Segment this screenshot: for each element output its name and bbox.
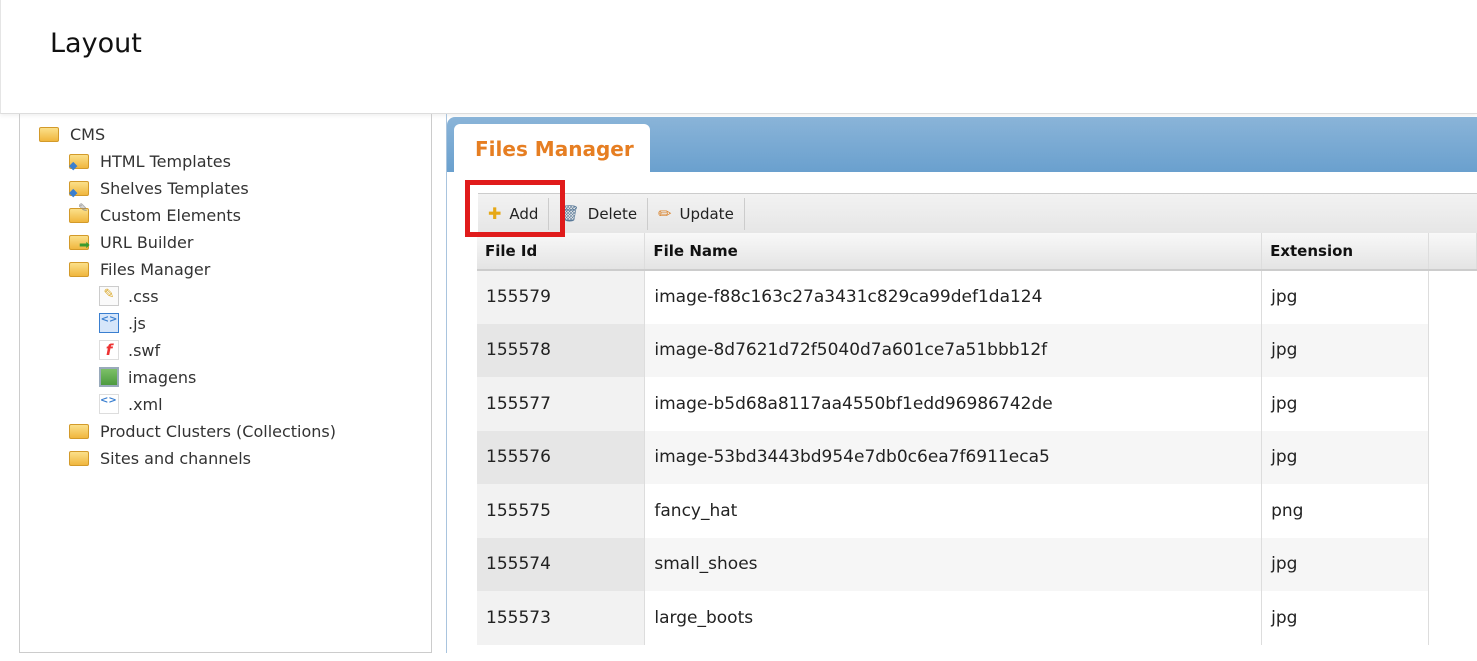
empty-cell	[1428, 323, 1477, 377]
empty-cell	[1428, 537, 1477, 591]
empty-cell	[1428, 377, 1477, 431]
tree-label: Custom Elements	[100, 205, 241, 225]
tree-label: Shelves Templates	[100, 178, 249, 198]
table-row[interactable]: 155577 image-b5d68a8117aa4550bf1edd969867…	[477, 377, 1477, 431]
file-name-cell: image-b5d68a8117aa4550bf1edd96986742de	[644, 377, 1263, 431]
flash-file-icon: f	[99, 340, 119, 360]
tree-label: imagens	[128, 367, 197, 387]
folder-tools-icon: ✎	[69, 201, 91, 225]
tree-item-css[interactable]: ✎ .css	[99, 285, 159, 307]
tree-label: CMS	[70, 124, 106, 144]
tab-files-manager[interactable]: Files Manager	[454, 124, 650, 173]
folder-arrow-icon: ➡	[69, 232, 91, 253]
file-name-cell: small_shoes	[644, 537, 1263, 591]
tree-label: .css	[128, 286, 159, 306]
folder-icon	[69, 448, 91, 468]
tree-label: HTML Templates	[100, 151, 231, 171]
tree-item-cms[interactable]: CMS	[39, 123, 105, 145]
tree-label: Product Clusters (Collections)	[100, 421, 337, 441]
table-row[interactable]: 155576 image-53bd3443bd954e7db0c6ea7f6911…	[477, 430, 1477, 484]
extension-cell: jpg	[1261, 537, 1429, 591]
folder-open-icon	[69, 259, 91, 279]
tree-label: .swf	[128, 340, 161, 360]
file-name-cell: image-53bd3443bd954e7db0c6ea7f6911eca5	[644, 430, 1263, 484]
tree-item-sites-channels[interactable]: Sites and channels	[69, 447, 251, 469]
file-name-cell: image-f88c163c27a3431c829ca99def1da124	[644, 270, 1263, 324]
extension-cell: jpg	[1261, 270, 1429, 324]
column-header-file-id[interactable]: File Id	[477, 233, 646, 271]
folder-open-icon	[39, 124, 61, 144]
empty-cell	[1428, 270, 1477, 324]
file-id-cell: 155576	[477, 430, 646, 484]
extension-cell: png	[1261, 484, 1429, 538]
table-row[interactable]: 155573 large_boots jpg	[477, 591, 1477, 645]
file-id-cell: 155575	[477, 484, 646, 538]
tree-label: URL Builder	[100, 232, 194, 252]
extension-cell: jpg	[1261, 323, 1429, 377]
tree-item-url-builder[interactable]: ➡ URL Builder	[69, 231, 193, 253]
highlight-box	[465, 180, 565, 237]
tree-label: Files Manager	[100, 259, 211, 279]
delete-label: Delete	[587, 204, 638, 223]
column-header-extension[interactable]: Extension	[1261, 233, 1429, 271]
file-name-cell: large_boots	[644, 591, 1263, 645]
empty-cell	[1428, 430, 1477, 484]
file-id-cell: 155578	[477, 323, 646, 377]
column-header-file-name[interactable]: File Name	[644, 233, 1263, 271]
extension-cell: jpg	[1261, 591, 1429, 645]
table-row[interactable]: 155579 image-f88c163c27a3431c829ca99def1d…	[477, 270, 1477, 324]
tab-bar: Files Manager	[447, 117, 1477, 173]
js-file-icon: <>	[99, 313, 119, 333]
tree-label: .js	[128, 313, 146, 333]
extension-cell: jpg	[1261, 377, 1429, 431]
folder-code-icon: ◆	[69, 178, 91, 199]
page-header: Layout	[0, 0, 1477, 114]
tree-label: Sites and channels	[100, 448, 251, 468]
sidebar-tree: CMS ◆ HTML Templates ◆ Shelves Templates ✎…	[19, 114, 432, 653]
tree-item-swf[interactable]: f .swf	[99, 339, 160, 361]
tree-item-html-templates[interactable]: ◆ HTML Templates	[69, 150, 231, 172]
tree-item-custom-elements[interactable]: ✎ Custom Elements	[69, 201, 241, 226]
xml-file-icon: <>	[99, 394, 119, 414]
pencil-icon: ✏	[658, 204, 672, 223]
tree-label: .xml	[128, 394, 163, 414]
file-name-cell: fancy_hat	[644, 484, 1263, 538]
toolbar: ✚ Add 🗑 Delete ✏ Update	[478, 193, 1477, 233]
folder-code-icon: ◆	[69, 151, 91, 172]
tree-item-shelves-templates[interactable]: ◆ Shelves Templates	[69, 177, 249, 199]
file-id-cell: 155579	[477, 270, 646, 324]
table-row[interactable]: 155574 small_shoes jpg	[477, 537, 1477, 591]
tree-item-xml[interactable]: <> .xml	[99, 393, 163, 415]
update-label: Update	[679, 204, 734, 223]
files-table: File Id File Name Extension 155579 image-…	[477, 233, 1477, 645]
tree-item-imagens[interactable]: imagens	[99, 366, 196, 388]
empty-cell	[1428, 484, 1477, 538]
table-row[interactable]: 155578 image-8d7621d72f5040d7a601ce7a51bb…	[477, 323, 1477, 377]
file-id-cell: 155573	[477, 591, 646, 645]
file-id-cell: 155574	[477, 537, 646, 591]
tree-item-files-manager[interactable]: Files Manager	[69, 258, 210, 280]
file-id-cell: 155577	[477, 377, 646, 431]
page-title: Layout	[50, 28, 142, 59]
tree-item-product-clusters[interactable]: Product Clusters (Collections)	[69, 420, 336, 442]
extension-cell: jpg	[1261, 430, 1429, 484]
image-file-icon	[99, 367, 119, 387]
update-button[interactable]: ✏ Update	[648, 197, 745, 230]
css-file-icon: ✎	[99, 286, 119, 306]
tree-item-js[interactable]: <> .js	[99, 312, 146, 334]
file-name-cell: image-8d7621d72f5040d7a601ce7a51bbb12f	[644, 323, 1263, 377]
column-header-empty	[1428, 233, 1477, 271]
folder-icon	[69, 421, 91, 441]
empty-cell	[1428, 591, 1477, 645]
table-row[interactable]: 155575 fancy_hat png	[477, 484, 1477, 538]
